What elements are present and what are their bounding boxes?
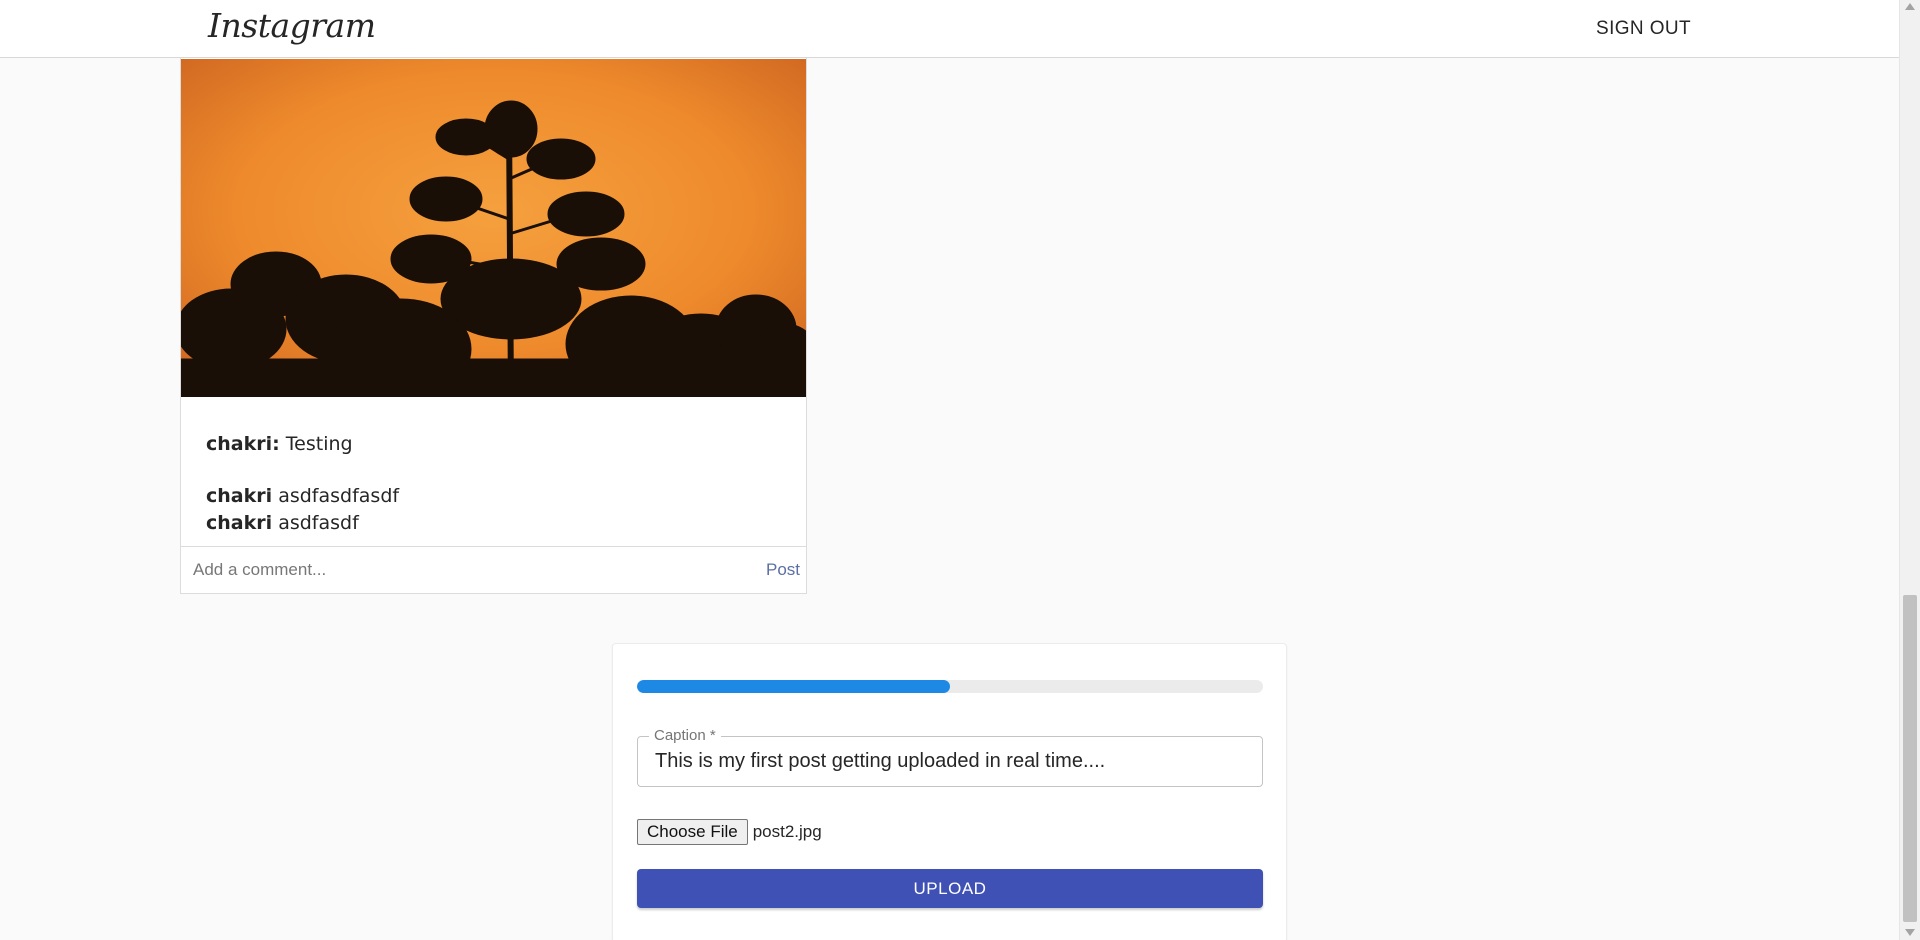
scroll-down-arrow-icon[interactable] [1905,929,1915,936]
top-header: Instagram SIGN OUT [0,0,1899,58]
post-caption: chakri: Testing [206,433,353,455]
upload-progress-bar [637,680,1263,693]
post-image [181,59,806,397]
caption-text: Testing [285,433,353,455]
scroll-up-arrow-icon[interactable] [1905,3,1915,10]
upload-progress-fill [637,680,950,693]
comment-username[interactable]: chakri [206,485,272,507]
instagram-logo[interactable]: Instagram [208,6,376,45]
scrollbar-thumb[interactable] [1903,595,1917,922]
file-picker: Choose File post2.jpg [637,819,822,845]
comment-username[interactable]: chakri [206,512,272,534]
comment-text: asdfasdfasdf [278,485,400,507]
comment-item: chakri asdfasdf [206,510,399,537]
vertical-scrollbar[interactable] [1899,0,1920,940]
upload-card: Caption * Choose File post2.jpg UPLOAD [612,643,1287,940]
caption-field: Caption * [637,727,1263,787]
upload-button[interactable]: UPLOAD [637,869,1263,908]
post-card: chakri: Testing chakri asdfasdfasdf chak… [180,30,807,594]
post-comment-button[interactable]: Post [766,560,800,580]
comment-input[interactable] [193,555,713,585]
choose-file-button[interactable]: Choose File [637,819,748,845]
selected-file-name: post2.jpg [752,822,822,841]
comment-bar: Post [181,546,806,594]
comment-item: chakri asdfasdfasdf [206,483,399,510]
comment-text: asdfasdf [278,512,359,534]
comments-list: chakri asdfasdfasdf chakri asdfasdf [206,483,399,537]
caption-input[interactable] [655,748,1250,774]
sunset-tree-silhouette-photo-icon [181,59,806,397]
sign-out-button[interactable]: SIGN OUT [1596,18,1691,40]
caption-username[interactable]: chakri: [206,433,280,455]
caption-label: Caption * [649,727,721,744]
